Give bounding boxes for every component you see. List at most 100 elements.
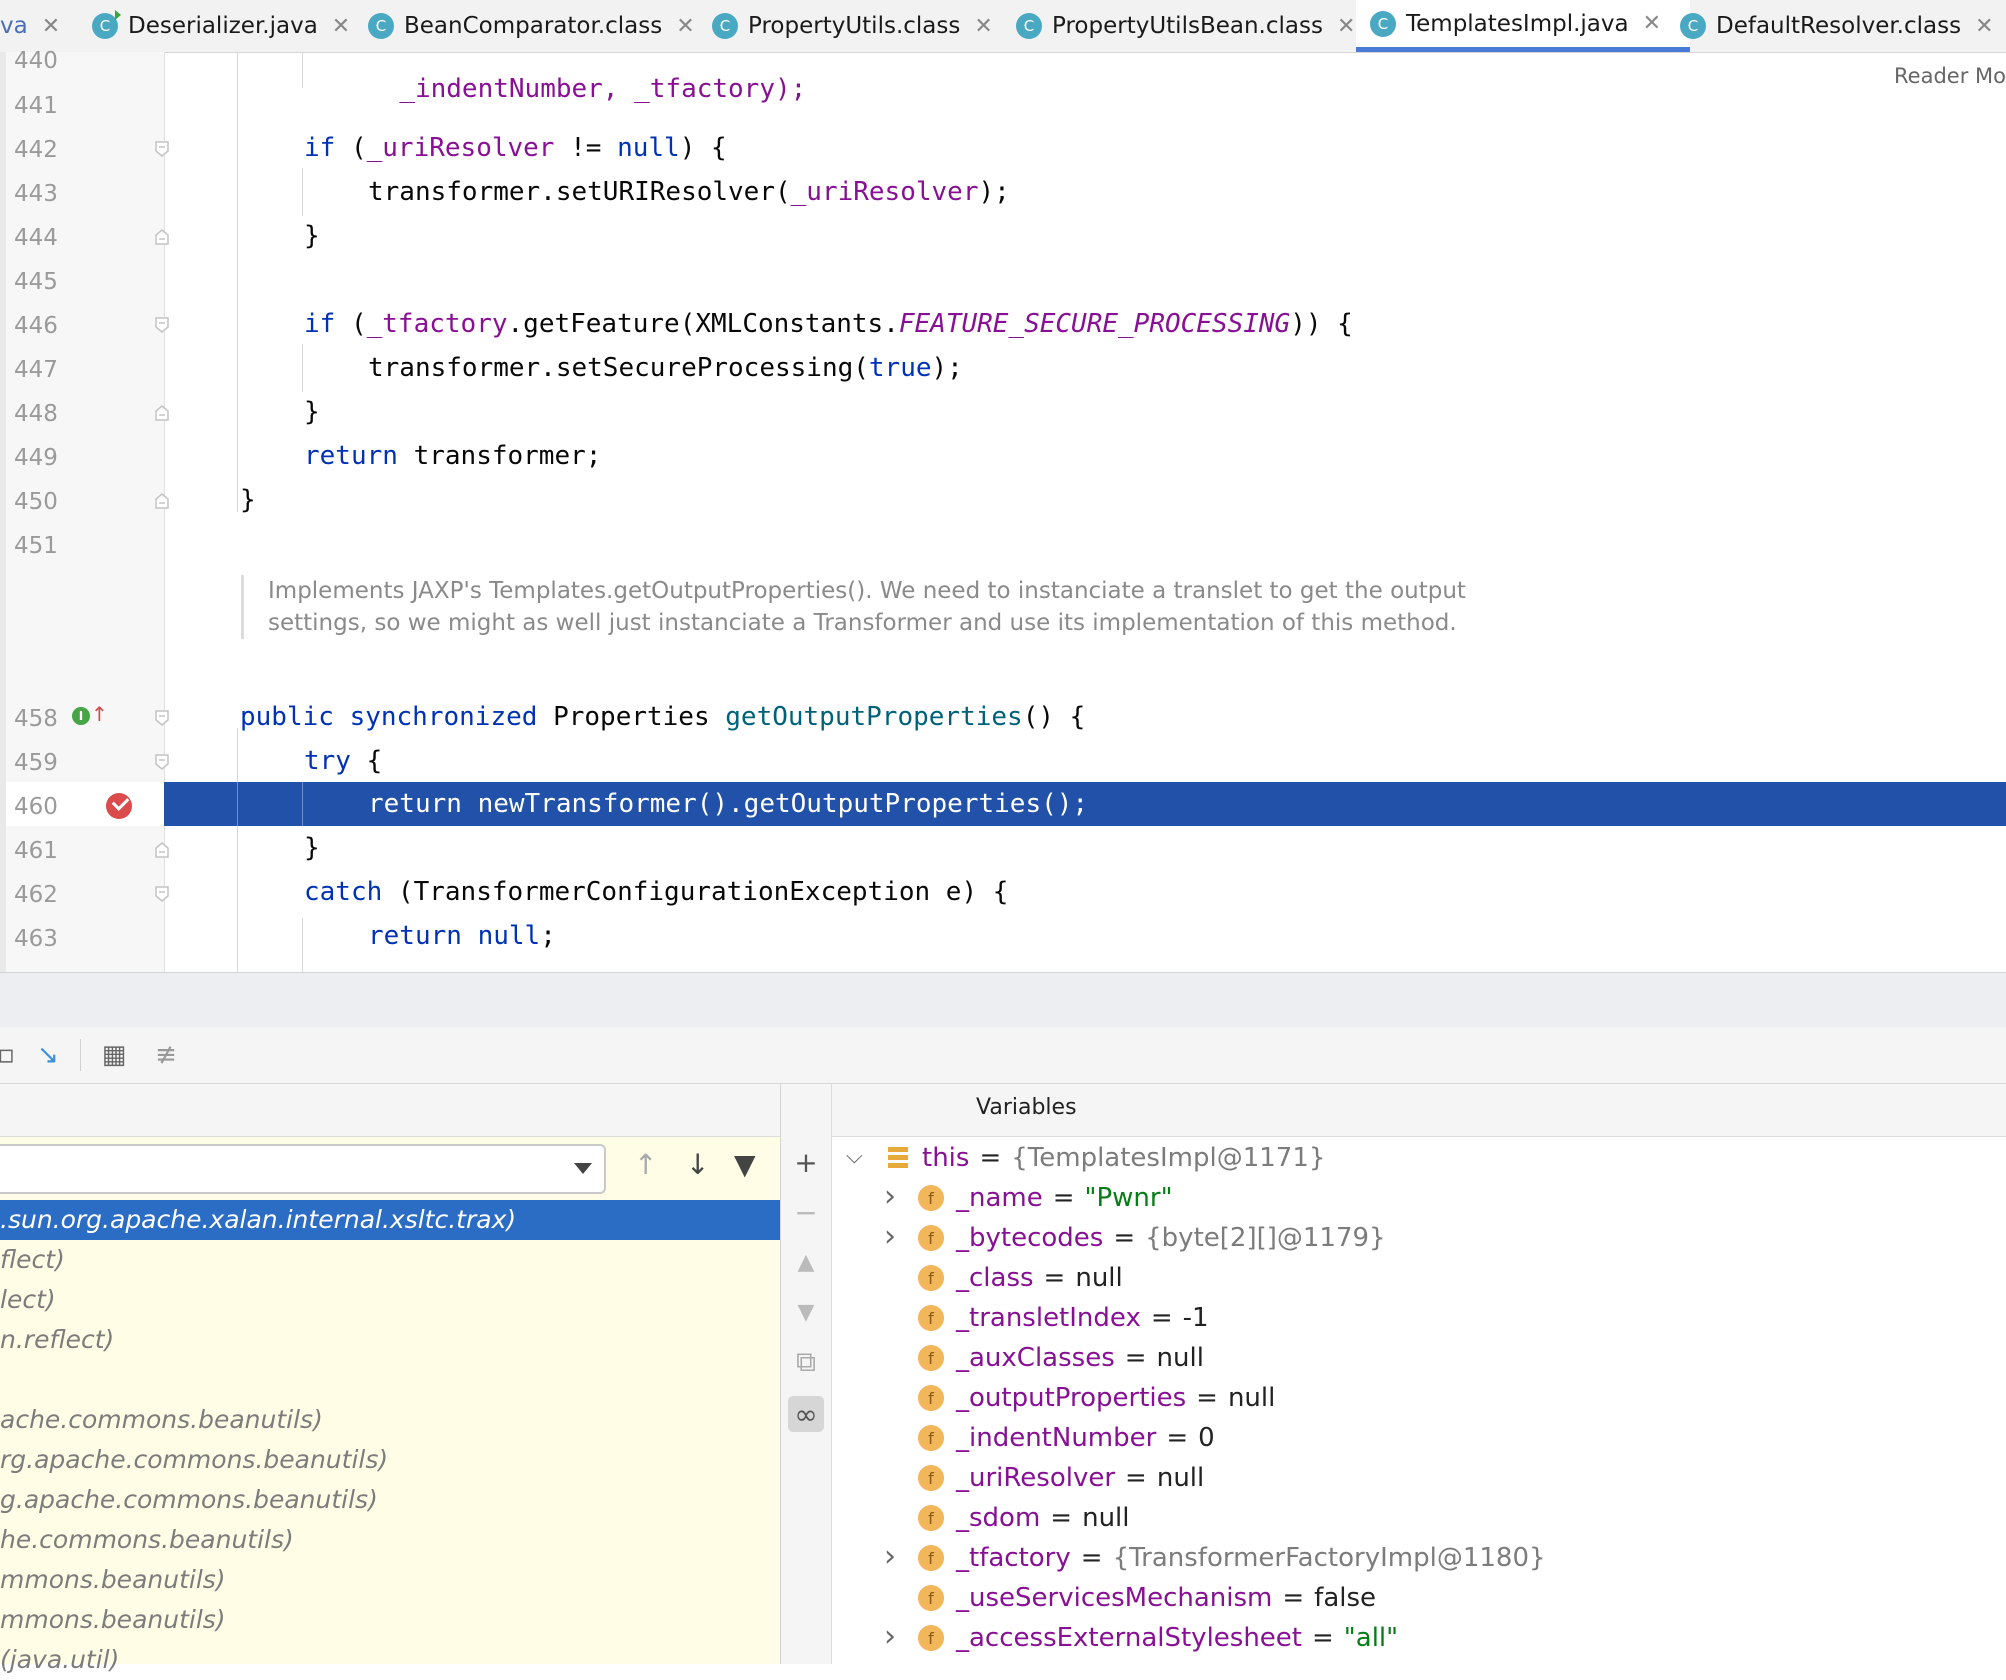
show-watches-glasses-icon[interactable]: ∞	[788, 1396, 824, 1432]
line-number: 460	[14, 794, 58, 820]
fold-open-icon[interactable]	[155, 710, 169, 726]
code-line-461[interactable]: }	[304, 833, 320, 863]
close-icon[interactable]: ✕	[1643, 11, 1661, 36]
field-icon: f	[918, 1545, 944, 1571]
code-line-440[interactable]: _indentNumber, _tfactory);	[368, 44, 806, 104]
variable-row[interactable]: f _auxClasses = null	[918, 1338, 1204, 1378]
chevron-right-icon[interactable]: ›	[884, 1182, 896, 1212]
close-icon[interactable]: ✕	[974, 14, 992, 39]
variable-row[interactable]: f _class = null	[918, 1258, 1123, 1298]
code-keyword: try	[304, 746, 351, 776]
frame-item[interactable]: rg.apache.commons.beanutils)	[0, 1440, 780, 1480]
frame-item[interactable]: he.commons.beanutils)	[0, 1520, 780, 1560]
frame-item[interactable]: flect)	[0, 1240, 780, 1280]
code-line-443[interactable]: transformer.setURIResolver(_uriResolver)…	[368, 177, 1010, 207]
add-watch-icon[interactable]: +	[788, 1144, 824, 1180]
go-to-interface-arrow-icon[interactable]: ↑	[91, 704, 108, 724]
code-keyword: return	[304, 441, 398, 471]
variable-row[interactable]: f _outputProperties = null	[918, 1378, 1275, 1418]
tab-propertyutilsbean[interactable]: C PropertyUtilsBean.class ✕	[1016, 0, 1355, 52]
code-line-450[interactable]: }	[240, 485, 256, 515]
fold-close-icon[interactable]	[155, 405, 169, 421]
equals-sign: =	[1052, 1183, 1075, 1213]
chevron-right-icon[interactable]: ›	[884, 1542, 896, 1572]
close-icon[interactable]: ✕	[332, 14, 350, 39]
java-class-run-icon: C	[92, 10, 121, 39]
panel-splitter[interactable]	[0, 972, 2006, 1028]
variable-row[interactable]: f _tfactory = {TransformerFactoryImpl@1180}	[918, 1538, 1546, 1578]
variable-row[interactable]: f _indentNumber = 0	[918, 1418, 1215, 1458]
chevron-right-icon[interactable]: ›	[884, 1222, 896, 1252]
fold-close-icon[interactable]	[155, 842, 169, 858]
fold-close-icon[interactable]	[155, 493, 169, 509]
variable-row[interactable]: f _sdom = null	[918, 1498, 1130, 1538]
code-line-448[interactable]: }	[304, 397, 320, 427]
filter-icon[interactable]: ▼	[734, 1148, 756, 1181]
frame-item[interactable]: ache.commons.beanutils)	[0, 1400, 780, 1440]
variable-name: _sdom	[956, 1503, 1041, 1533]
tab-label: Deserializer.java	[128, 13, 318, 39]
tab-defaultresolver[interactable]: C DefaultResolver.class ✕	[1680, 0, 1994, 52]
up-arrow-icon[interactable]: ↑	[634, 1148, 657, 1181]
close-icon[interactable]: ✕	[1975, 14, 1993, 39]
variable-row[interactable]: this = {TemplatesImpl@1171}	[888, 1138, 1325, 1178]
variable-row[interactable]: f _bytecodes = {byte[2][]@1179}	[918, 1218, 1386, 1258]
code-line-459[interactable]: try {	[304, 746, 382, 776]
variable-row[interactable]: f _transletIndex = -1	[918, 1298, 1209, 1338]
remove-watch-icon[interactable]: −	[788, 1194, 824, 1230]
tab-deserializer[interactable]: C Deserializer.java ✕	[92, 0, 350, 52]
run-to-cursor-icon[interactable]: ↘	[32, 1039, 64, 1071]
frame-item[interactable]: mmons.beanutils)	[0, 1560, 780, 1600]
down-arrow-icon[interactable]: ↓	[686, 1148, 709, 1181]
fold-open-icon[interactable]	[155, 754, 169, 770]
close-icon[interactable]: ✕	[1337, 14, 1355, 39]
tab-partial[interactable]: va ✕	[0, 0, 60, 52]
variable-row[interactable]: f _useServicesMechanism = false	[918, 1578, 1376, 1618]
evaluate-expression-icon[interactable]: ▦	[98, 1039, 130, 1071]
variable-row[interactable]: f _name = "Pwnr"	[918, 1178, 1173, 1218]
code-line-444[interactable]: }	[304, 221, 320, 251]
variable-value: 0	[1198, 1423, 1215, 1453]
frame-item[interactable]	[0, 1360, 780, 1400]
code-field: _uriResolver	[790, 177, 979, 207]
variable-row[interactable]: f _uriResolver = null	[918, 1458, 1204, 1498]
frame-item[interactable]: mmons.beanutils)	[0, 1600, 780, 1640]
code-line-449[interactable]: return transformer;	[304, 441, 601, 471]
thread-selector-dropdown[interactable]	[0, 1144, 606, 1194]
implements-icon[interactable]: I	[72, 707, 90, 725]
step-icon[interactable]: ▫	[0, 1039, 22, 1071]
code-line-447[interactable]: transformer.setSecureProcessing(true);	[368, 353, 963, 383]
frame-item[interactable]: n.reflect)	[0, 1320, 780, 1360]
class-file-icon: C	[712, 13, 738, 39]
fold-open-icon[interactable]	[155, 886, 169, 902]
fold-open-icon[interactable]	[155, 317, 169, 333]
frame-item[interactable]: lect)	[0, 1280, 780, 1320]
fold-close-icon[interactable]	[155, 229, 169, 245]
class-file-icon: C	[1680, 13, 1706, 39]
close-icon[interactable]: ✕	[676, 14, 694, 39]
frame-item[interactable]: g.apache.commons.beanutils)	[0, 1480, 780, 1520]
rendered-doc-comment[interactable]: Implements JAXP's Templates.getOutputPro…	[241, 575, 1568, 639]
frame-item[interactable]: (java.util)	[0, 1640, 780, 1680]
code-line-463[interactable]: return null;	[368, 921, 556, 951]
breakpoint-icon[interactable]	[106, 793, 132, 819]
fold-open-icon[interactable]	[155, 141, 169, 157]
code-line-462[interactable]: catch (TransformerConfigurationException…	[304, 877, 1008, 907]
code-text: }	[304, 397, 320, 427]
frame-item[interactable]: .sun.org.apache.xalan.internal.xsltc.tra…	[0, 1200, 780, 1240]
code-line-460[interactable]: return newTransformer().getOutputPropert…	[368, 789, 1088, 819]
chevron-down-icon[interactable]: ⌵	[846, 1144, 863, 1170]
reader-mode-toggle[interactable]: Reader Mo	[1894, 64, 2006, 88]
close-icon[interactable]: ✕	[42, 14, 60, 39]
code-line-442[interactable]: if (_uriResolver != null) {	[304, 133, 727, 163]
trace-stream-icon[interactable]: ≢	[150, 1039, 182, 1071]
variable-row[interactable]: f _accessExternalStylesheet = "all"	[918, 1618, 1398, 1658]
line-number: 441	[14, 93, 58, 119]
code-line-446[interactable]: if (_tfactory.getFeature(XMLConstants.FE…	[304, 309, 1353, 339]
move-up-icon[interactable]: ▲	[788, 1244, 824, 1280]
move-down-icon[interactable]: ▼	[788, 1294, 824, 1330]
code-line-458[interactable]: public synchronized Properties getOutput…	[240, 702, 1085, 732]
duplicate-watch-icon[interactable]: ⧉	[788, 1344, 824, 1380]
chevron-right-icon[interactable]: ›	[884, 1622, 896, 1652]
tab-templatesimpl[interactable]: C TemplatesImpl.java ✕	[1356, 0, 1690, 52]
